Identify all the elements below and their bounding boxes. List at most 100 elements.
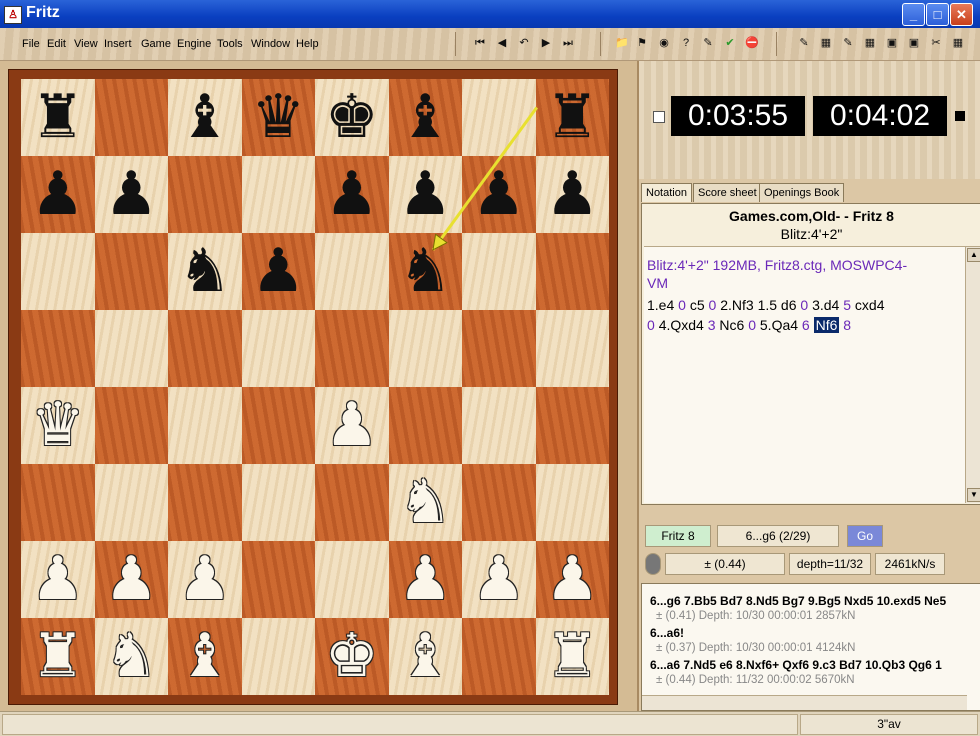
board-square[interactable] [241, 387, 315, 464]
white-king-icon[interactable]: ♚ [315, 618, 389, 695]
layout-icon[interactable]: ▦ [862, 35, 878, 51]
maximize-button[interactable]: □ [926, 3, 949, 26]
board-square[interactable] [168, 310, 242, 387]
analysis-pane[interactable]: 6...g6 7.Bb5 Bd7 8.Nd5 Bg7 9.Bg5 Nxd5 10… [641, 583, 980, 711]
board-square[interactable] [388, 310, 462, 387]
edit-icon[interactable]: ✎ [840, 35, 856, 51]
tab-score-sheet[interactable]: Score sheet [693, 183, 762, 202]
open-folder-icon[interactable]: 📁 [614, 35, 630, 51]
black-pawn-icon[interactable]: ♟ [536, 156, 610, 233]
move-token[interactable]: 0 [709, 297, 717, 313]
white-pawn-icon[interactable]: ♟ [536, 541, 610, 618]
engine-name[interactable]: Fritz 8 [645, 525, 711, 547]
hint-icon[interactable]: ◉ [656, 35, 672, 51]
help-question-icon[interactable]: ? [678, 35, 694, 51]
move-token[interactable]: 5.Qa4 [760, 317, 798, 333]
black-knight-icon[interactable]: ♞ [168, 233, 242, 310]
board-square[interactable] [388, 387, 462, 464]
tab-notation[interactable]: Notation [641, 183, 692, 202]
board-square[interactable] [241, 464, 315, 541]
close-button[interactable]: ✕ [950, 3, 973, 26]
board-square[interactable] [168, 387, 242, 464]
menu-insert[interactable]: Insert [104, 38, 132, 50]
board-square[interactable] [535, 387, 609, 464]
board-square[interactable] [94, 310, 168, 387]
board-square[interactable] [168, 464, 242, 541]
menu-tools[interactable]: Tools [217, 38, 243, 50]
move-token[interactable]: d6 [781, 297, 797, 313]
move-token[interactable]: 0 [800, 297, 808, 313]
first-move-icon[interactable]: ⏮ [472, 35, 488, 51]
board-square[interactable] [241, 156, 315, 233]
black-pawn-icon[interactable]: ♟ [462, 156, 536, 233]
white-bishop-icon[interactable]: ♝ [168, 618, 242, 695]
board-square[interactable] [535, 310, 609, 387]
move-token[interactable]: Nf6 [813, 317, 840, 333]
board-square[interactable] [94, 79, 168, 156]
minimize-button[interactable]: _ [902, 3, 925, 26]
tools-icon[interactable]: ✂ [928, 35, 944, 51]
move-token[interactable]: 5 [843, 297, 851, 313]
white-pawn-icon[interactable]: ♟ [315, 387, 389, 464]
black-pawn-icon[interactable]: ♟ [242, 233, 316, 310]
scroll-up-icon[interactable]: ▲ [967, 248, 980, 262]
black-rook-icon[interactable]: ♜ [536, 79, 610, 156]
notation-scrollbar[interactable]: ▲ ▼ [965, 247, 980, 503]
white-knight-icon[interactable]: ♞ [95, 618, 169, 695]
pen-icon[interactable]: ✎ [796, 35, 812, 51]
black-pawn-icon[interactable]: ♟ [315, 156, 389, 233]
window-icon[interactable]: ▣ [906, 35, 922, 51]
menu-edit[interactable]: Edit [47, 38, 66, 50]
board-square[interactable] [315, 464, 389, 541]
menu-window[interactable]: Window [251, 38, 290, 50]
move-token[interactable]: c5 [690, 297, 705, 313]
move-token[interactable]: Nc6 [719, 317, 744, 333]
chess-app-icon[interactable]: ♙ [4, 6, 22, 24]
white-pawn-icon[interactable]: ♟ [389, 541, 463, 618]
black-bishop-icon[interactable]: ♝ [168, 79, 242, 156]
black-queen-icon[interactable]: ♛ [242, 79, 316, 156]
board-square[interactable] [241, 618, 315, 695]
board-square[interactable] [462, 464, 536, 541]
black-pawn-icon[interactable]: ♟ [389, 156, 463, 233]
board-square[interactable] [21, 464, 95, 541]
white-pawn-icon[interactable]: ♟ [462, 541, 536, 618]
white-knight-icon[interactable]: ♞ [389, 464, 463, 541]
board-square[interactable] [315, 310, 389, 387]
black-pawn-icon[interactable]: ♟ [21, 156, 95, 233]
white-rook-icon[interactable]: ♜ [21, 618, 95, 695]
white-pawn-icon[interactable]: ♟ [95, 541, 169, 618]
board-square[interactable] [21, 310, 95, 387]
chess-board[interactable]: ♜ ♝ ♛ ♚ ♝ ♜ ♟ ♟ ♟ ♟ ♟ ♟ ♞ ♟ ♞ ♛ ♟ ♞ ♟ ♟ ♟ ♟ ♟ ♟ ♜ ♞ ♝ ♚ ♝ ♜ [21, 79, 609, 695]
menu-file[interactable]: File [22, 38, 40, 50]
previous-move-icon[interactable]: ◀ [494, 35, 510, 51]
analysis-scrollbar[interactable] [642, 695, 967, 710]
move-token[interactable]: 2.Nf3 [720, 297, 753, 313]
tab-openings-book[interactable]: Openings Book [759, 183, 845, 202]
move-token[interactable]: 0 [748, 317, 756, 333]
accept-icon[interactable]: ✔ [722, 35, 738, 51]
black-king-icon[interactable]: ♚ [315, 79, 389, 156]
white-queen-icon[interactable]: ♛ [21, 387, 95, 464]
analysis-icon[interactable]: ✎ [700, 35, 716, 51]
menu-engine[interactable]: Engine [177, 38, 211, 50]
board-square[interactable] [21, 233, 95, 310]
board-square[interactable] [462, 233, 536, 310]
stop-icon[interactable]: ⛔ [744, 35, 760, 51]
white-pawn-icon[interactable]: ♟ [21, 541, 95, 618]
white-bishop-icon[interactable]: ♝ [389, 618, 463, 695]
black-bishop-icon[interactable]: ♝ [389, 79, 463, 156]
take-back-icon[interactable]: ↶ [516, 35, 532, 51]
menu-help[interactable]: Help [296, 38, 319, 50]
board-square[interactable] [315, 233, 389, 310]
next-move-icon[interactable]: ▶ [538, 35, 554, 51]
black-rook-icon[interactable]: ♜ [21, 79, 95, 156]
board-square[interactable] [94, 464, 168, 541]
board-square[interactable] [462, 79, 536, 156]
board-square[interactable] [94, 387, 168, 464]
move-token[interactable]: 1.e4 [647, 297, 674, 313]
menu-game[interactable]: Game [141, 38, 171, 50]
board-square[interactable] [241, 541, 315, 618]
board-square[interactable] [94, 233, 168, 310]
move-token[interactable]: 8 [843, 317, 851, 333]
